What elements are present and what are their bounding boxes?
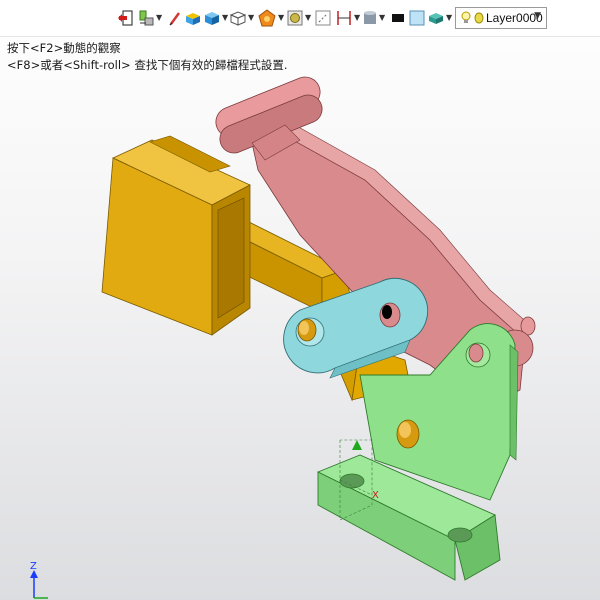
surface-icon [429,13,443,24]
chevron-down-icon[interactable]: ▼ [278,14,284,22]
pen-button[interactable] [168,8,182,28]
cylinder-button[interactable]: ▼ [363,8,385,28]
face-icon [409,10,425,26]
tools-icon [139,10,154,26]
shade-button[interactable] [184,8,202,28]
color-button[interactable] [390,8,406,28]
tools-button[interactable]: ▼ [138,8,162,28]
axis-triad: Z [30,561,48,599]
toolbar: ▼ ▼ ▼ ▼ ▼ ▼ ▼ ▼ Layer0000 ▼ [0,0,600,37]
color-icon [392,14,404,22]
chevron-down-icon[interactable]: ▼ [305,14,311,22]
face-button[interactable] [409,8,425,28]
chevron-down-icon[interactable]: ▼ [222,14,228,22]
layer-select[interactable]: Layer0000 ▼ [455,7,547,29]
chevron-down-icon[interactable]: ▼ [446,14,452,22]
exit-icon [118,10,133,26]
z-axis-label: Z [30,561,37,572]
chevron-down-icon[interactable]: ▼ [354,14,360,22]
cube-icon [205,12,219,25]
cube-button[interactable]: ▼ [204,8,228,28]
cylinder-icon [364,11,376,24]
render-button[interactable]: ▼ [258,8,284,28]
chevron-down-icon[interactable]: ▼ [534,11,541,21]
wireframe-button[interactable]: ▼ [230,8,254,28]
chevron-down-icon[interactable]: ▼ [156,14,162,22]
view-icon [287,10,303,26]
local-x-label: X [372,490,379,501]
exit-button[interactable] [118,8,134,28]
measure-button[interactable]: ▼ [336,8,360,28]
view-button[interactable]: ▼ [287,8,311,28]
pen-icon [169,12,181,26]
chevron-down-icon[interactable]: ▼ [379,14,385,22]
surface-button[interactable]: ▼ [428,8,452,28]
layer-color-icon [474,12,484,24]
wireframe-icon [230,11,246,26]
render-icon [258,9,276,27]
dimension-button[interactable] [315,8,331,28]
shade-icon [186,13,200,25]
bulb-icon [461,11,471,23]
3d-viewport[interactable]: X [0,36,600,600]
dimension-icon [315,10,331,26]
measure-icon [337,11,351,25]
chevron-down-icon[interactable]: ▼ [248,14,254,22]
